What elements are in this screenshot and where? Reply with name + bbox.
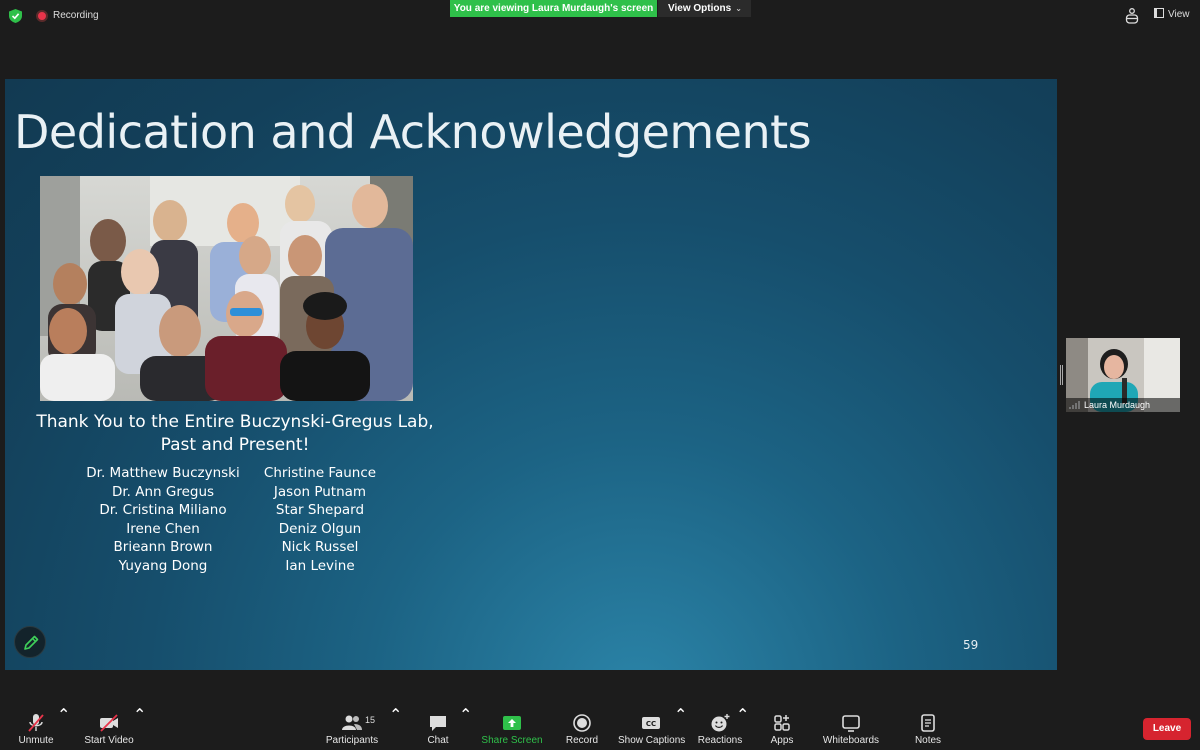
view-icon [1154,8,1164,18]
lab-member-name: Star Shepard [275,502,365,518]
lab-member-name: Dr. Matthew Buczynski [86,465,240,481]
lab-member-name: Dr. Cristina Miliano [99,502,227,518]
zoom-meeting-window: Recording You are viewing Laura Murdaugh… [0,0,1200,750]
share-screen-icon [503,716,521,730]
video-options-caret[interactable]: ⌃ [133,705,146,750]
record-dot-icon[interactable] [36,10,48,22]
participants-button[interactable]: 15 Participants [322,705,382,750]
whiteboards-label: Whiteboards [822,735,880,746]
apps-icon [774,715,790,731]
chevron-down-icon: ⌄ [735,4,742,13]
participants-options-caret[interactable]: ⌃ [389,705,402,750]
lab-member-name: Yuyang Dong [118,557,208,574]
start-video-label: Start Video [84,735,134,746]
view-options-label: View Options [668,3,732,14]
chat-label: Chat [427,735,449,746]
chat-icon [430,716,446,731]
thanks-text: Thank You to the Entire Buczynski-Gregus… [25,411,445,457]
top-bar: Recording You are viewing Laura Murdaugh… [0,0,1200,32]
thanks-line-2: Past and Present! [160,435,310,455]
chat-button[interactable]: Chat [418,705,458,750]
record-button[interactable]: Record [561,705,603,750]
lab-group-photo [40,176,413,401]
participant-video-thumbnail[interactable]: Laura Murdaugh [1066,338,1180,412]
lab-member-name: Brieann Brown [113,539,213,555]
lab-member-name: Jason Putnam [273,483,367,500]
reactions-icon [711,714,730,732]
unmute-label: Unmute [18,735,54,746]
lab-member-name: Dr. Ann Gregus [111,483,215,500]
start-video-button[interactable]: Start Video [80,705,138,750]
view-button[interactable]: View [1154,8,1190,24]
notes-label: Notes [914,735,942,746]
thanks-line-1: Thank You to the Entire Buczynski-Gregus… [36,412,434,432]
apps-button[interactable]: Apps [766,705,798,750]
whiteboard-icon [842,715,860,732]
names-column-1: Dr. Matthew Buczynski Dr. Ann Gregus Dr.… [83,464,243,575]
captions-icon: CC [642,717,660,729]
lab-member-name: Irene Chen [126,520,200,537]
recording-label: Recording [53,10,99,21]
apps-label: Apps [770,735,794,746]
record-label: Record [565,735,599,746]
participants-count: 15 [365,715,376,725]
unmute-button[interactable]: Unmute [10,705,62,750]
captions-options-caret[interactable]: ⌃ [674,705,687,750]
share-screen-label: Share Screen [481,735,543,746]
slide-title: Dedication and Acknowledgements [14,105,812,159]
meeting-toolbar: Unmute ⌃ Start Video ⌃ 15 Participants ⌃ [0,705,1200,750]
leave-button[interactable]: Leave [1143,718,1191,740]
audio-options-caret[interactable]: ⌃ [57,705,70,750]
lab-member-name: Christine Faunce [263,465,377,481]
microphone-muted-icon [28,714,44,732]
participant-name: Laura Murdaugh [1066,398,1180,412]
shield-icon[interactable] [9,9,22,23]
view-label: View [1168,9,1190,20]
pen-icon [24,635,39,650]
lab-member-name: Nick Russel [281,539,359,555]
viewing-banner: You are viewing Laura Murdaugh's screen [450,0,657,17]
names-column-2: Christine Faunce Jason Putnam Star Shepa… [250,464,390,575]
immersive-view-icon[interactable] [1125,7,1139,25]
shared-screen-slide: Dedication and Acknowledgements Thank Yo… [5,79,1057,670]
reactions-options-caret[interactable]: ⌃ [736,705,749,750]
participants-label: Participants [325,735,379,746]
lab-member-name: Deniz Olgun [278,520,362,537]
panel-resize-handle[interactable] [1060,365,1063,385]
record-icon [573,714,591,732]
participants-icon [342,715,362,730]
svg-text:CC: CC [646,720,656,728]
chat-options-caret[interactable]: ⌃ [459,705,472,750]
share-screen-button[interactable]: Share Screen [480,705,544,750]
whiteboards-button[interactable]: Whiteboards [820,705,882,750]
lab-member-name: Ian Levine [285,557,355,574]
view-options-button[interactable]: View Options ⌄ [658,0,751,17]
video-off-icon [100,714,118,732]
notes-icon [921,714,935,732]
notes-button[interactable]: Notes [908,705,948,750]
slide-page-number: 59 [963,638,979,652]
annotate-button[interactable] [14,626,46,658]
